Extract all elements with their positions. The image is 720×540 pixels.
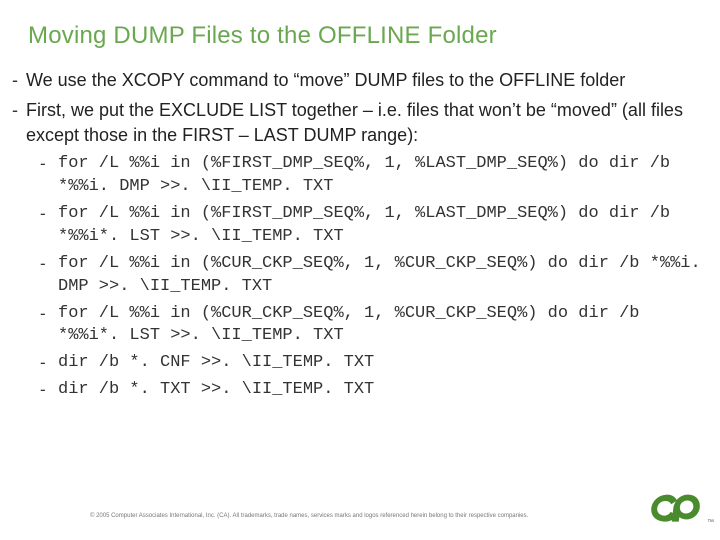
bullet-dash: - <box>12 98 26 147</box>
bullet-dash: - <box>40 153 58 199</box>
bullet-text: We use the XCOPY command to “move” DUMP … <box>26 68 708 92</box>
code-line: - for /L %%i in (%FIRST_DMP_SEQ%, 1, %LA… <box>40 203 708 249</box>
copyright-footer: © 2005 Computer Associates International… <box>90 513 600 520</box>
code-block: - for /L %%i in (%FIRST_DMP_SEQ%, 1, %LA… <box>12 153 708 402</box>
bullet-dash: - <box>12 68 26 92</box>
slide-title: Moving DUMP Files to the OFFLINE Folder <box>0 22 720 50</box>
code-text: for /L %%i in (%CUR_CKP_SEQ%, 1, %CUR_CK… <box>58 303 708 349</box>
bullet-dash: - <box>40 379 58 402</box>
slide: Moving DUMP Files to the OFFLINE Folder … <box>0 0 720 540</box>
bullet-dash: - <box>40 352 58 375</box>
code-line: - for /L %%i in (%FIRST_DMP_SEQ%, 1, %LA… <box>40 153 708 199</box>
code-line: - for /L %%i in (%CUR_CKP_SEQ%, 1, %CUR_… <box>40 303 708 349</box>
slide-body: - We use the XCOPY command to “move” DUM… <box>0 68 720 402</box>
code-line: - for /L %%i in (%CUR_CKP_SEQ%, 1, %CUR_… <box>40 253 708 299</box>
code-line: - dir /b *. CNF >>. \II_TEMP. TXT <box>40 352 708 375</box>
trademark-symbol: ™ <box>707 519 714 526</box>
code-line: - dir /b *. TXT >>. \II_TEMP. TXT <box>40 379 708 402</box>
ca-logo-icon <box>648 488 702 526</box>
code-text: dir /b *. TXT >>. \II_TEMP. TXT <box>58 379 708 402</box>
bullet-dash: - <box>40 203 58 249</box>
bullet-dash: - <box>40 253 58 299</box>
bullet-dash: - <box>40 303 58 349</box>
code-text: for /L %%i in (%FIRST_DMP_SEQ%, 1, %LAST… <box>58 203 708 249</box>
code-text: for /L %%i in (%CUR_CKP_SEQ%, 1, %CUR_CK… <box>58 253 708 299</box>
bullet-text: First, we put the EXCLUDE LIST together … <box>26 98 708 147</box>
bullet-level1: - First, we put the EXCLUDE LIST togethe… <box>12 98 708 147</box>
code-text: dir /b *. CNF >>. \II_TEMP. TXT <box>58 352 708 375</box>
code-text: for /L %%i in (%FIRST_DMP_SEQ%, 1, %LAST… <box>58 153 708 199</box>
bullet-level1: - We use the XCOPY command to “move” DUM… <box>12 68 708 92</box>
